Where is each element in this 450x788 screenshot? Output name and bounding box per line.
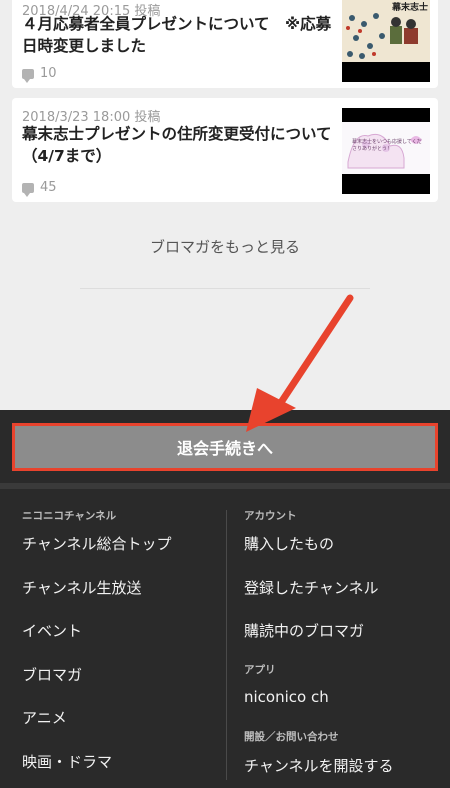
comment-count: 10 [22,66,57,83]
footer-link-event[interactable]: イベント [22,620,82,641]
footer-link-registered-channels[interactable]: 登録したチャンネル [244,577,379,598]
footer-link-channel-top[interactable]: チャンネル総合トップ [22,533,172,554]
footer-link-anime[interactable]: アニメ [22,707,67,728]
footer-heading-open-contact: 開設／お問い合わせ [244,731,339,743]
footer-link-movie-drama[interactable]: 映画・ドラマ [22,751,112,772]
comment-icon [22,182,34,197]
divider [80,288,370,289]
footer-heading-account: アカウント [244,510,297,522]
footer-heading-app: アプリ [244,664,276,676]
footer-link-niconico-ch[interactable]: niconico ch [244,688,329,706]
post-card[interactable]: 2018/4/24 20:15 投稿 ４月応募者全員プレゼントについて ※応募日… [12,0,438,88]
footer-link-open-channel[interactable]: チャンネルを開設する [244,755,394,776]
withdraw-button[interactable]: 退会手続きへ [12,423,438,471]
post-title[interactable]: 幕末志士プレゼントの住所変更受付について（4/7まで） [22,123,342,167]
comment-icon [22,68,34,83]
footer-link-channel-live[interactable]: チャンネル生放送 [22,577,142,598]
thumbnail-caption: 幕末志士 [392,3,429,13]
footer-link-blomaga[interactable]: ブロマガ [22,664,82,685]
comment-count: 45 [22,180,57,197]
post-title[interactable]: ４月応募者全員プレゼントについて ※応募日時変更しました [22,13,342,57]
post-card[interactable]: 2018/3/23 18:00 投稿 幕末志士プレゼントの住所変更受付について（… [12,98,438,202]
post-thumbnail[interactable]: 幕末志士 [342,0,430,82]
thumbnail-caption: 幕末志士をいつも応援してくださりありがとう！ [352,139,422,152]
comment-count-value: 45 [40,180,57,195]
more-blomaga-link[interactable]: ブロマガをもっと見る [0,236,450,257]
footer-heading-niconico-channel: ニコニコチャンネル [22,510,117,522]
column-divider [226,510,227,780]
comment-count-value: 10 [40,66,57,81]
footer-link-subscribed-blomaga[interactable]: 購読中のブロマガ [244,620,364,641]
footer-divider [0,483,450,489]
post-thumbnail[interactable]: 幕末志士をいつも応援してくださりありがとう！ [342,108,430,194]
footer-link-purchased[interactable]: 購入したもの [244,533,334,554]
